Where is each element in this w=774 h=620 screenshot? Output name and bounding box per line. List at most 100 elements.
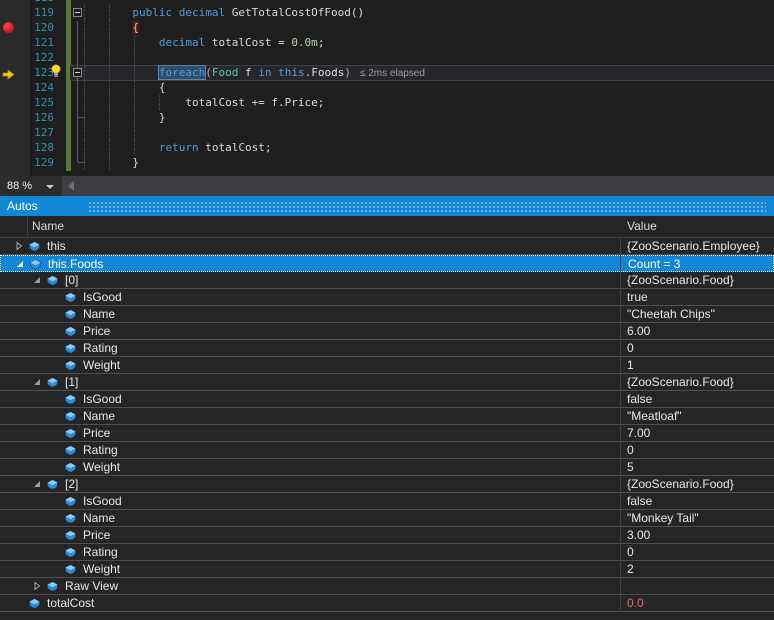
code-line[interactable]: 124 { [0,80,774,95]
horizontal-scrollbar[interactable] [62,176,774,196]
code-token [86,141,159,154]
autos-panel-titlebar[interactable]: Autos [0,196,774,216]
variable-value[interactable]: true [627,289,648,306]
variable-value[interactable]: "Cheetah Chips" [627,306,715,323]
variable-row[interactable]: Name"Meatloaf" [0,408,774,425]
variable-row[interactable]: Name"Monkey Tail" [0,510,774,527]
fold-collapse-toggle[interactable] [73,8,82,17]
code-text[interactable]: return totalCost; [86,140,271,155]
line-number: 127 [18,125,54,140]
variable-row[interactable]: Weight 5 [0,459,774,476]
variable-row[interactable]: Weight2 [0,561,774,578]
code-text[interactable]: totalCost += f.Price; [86,95,324,110]
variable-value[interactable]: {ZooScenario.Employee} [627,238,760,255]
variable-value[interactable]: 3.00 [627,527,650,544]
variable-row[interactable]: IsGoodfalse [0,391,774,408]
code-text[interactable]: } [86,110,165,125]
code-text[interactable]: public decimal GetTotalCostOfFood() [86,5,364,20]
variable-row[interactable]: [2]{ZooScenario.Food} [0,476,774,493]
fold-end-tick [78,117,85,118]
code-line[interactable]: 127 [0,125,774,140]
code-line[interactable]: 125 totalCost += f.Price; [0,95,774,110]
variable-value[interactable]: 6.00 [627,323,650,340]
column-divider[interactable] [620,238,621,612]
variable-value[interactable]: Count = 3 [628,256,680,273]
variable-row[interactable]: this{ZooScenario.Employee} [0,238,774,255]
variable-name: Name [83,306,115,323]
fold-collapse-toggle[interactable] [73,68,82,77]
variable-row[interactable]: this.FoodsCount = 3 [0,255,774,272]
code-text[interactable]: foreach(Food f in this.Foods)≤ 2ms elaps… [86,65,425,80]
variable-row[interactable]: Name "Cheetah Chips" [0,306,774,323]
variable-value[interactable]: 0 [627,544,634,561]
indent-guide [84,35,85,50]
variable-row[interactable]: Price 3.00 [0,527,774,544]
variable-name: Price [83,527,110,544]
variable-row[interactable]: Rating 0 [0,544,774,561]
line-number: 125 [18,95,54,110]
line-number: 124 [18,80,54,95]
indent-guide [84,140,85,155]
code-line[interactable]: 128 return totalCost; [0,140,774,155]
scroll-left-arrow-icon[interactable] [68,181,74,191]
code-line[interactable]: 119 public decimal GetTotalCostOfFood() [0,5,774,20]
code-editor[interactable]: 118119 public decimal GetTotalCostOfFood… [0,0,774,176]
current-statement-arrow-icon[interactable] [2,67,15,85]
code-line[interactable]: 129 } [0,155,774,170]
code-text[interactable]: } [86,155,139,170]
variable-row[interactable]: IsGoodfalse [0,493,774,510]
variable-row[interactable]: Price6.00 [0,323,774,340]
code-text[interactable]: decimal totalCost = 0.0m; [86,35,324,50]
column-header-name[interactable]: Name [32,216,64,237]
variable-value[interactable]: 1 [627,357,634,374]
code-text[interactable]: { [86,80,165,95]
code-line[interactable]: 126 } [0,110,774,125]
code-token: f [238,66,258,79]
variable-row[interactable]: [0]{ZooScenario.Food} [0,272,774,289]
variable-value[interactable]: 0 [627,340,634,357]
autos-column-header: Name Value [0,216,774,238]
variable-value[interactable]: {ZooScenario.Food} [627,374,734,391]
indent-guide [109,50,110,65]
fold-end-tick [78,162,85,163]
variable-row[interactable]: totalCost0.0 [0,595,774,612]
lightbulb-icon[interactable] [50,64,62,83]
variable-value[interactable]: 0 [627,442,634,459]
variable-name: Raw View [65,578,118,595]
variable-row[interactable]: Rating0 [0,442,774,459]
code-line[interactable]: 121 decimal totalCost = 0.0m; [0,35,774,50]
variable-value[interactable]: false [627,493,652,510]
column-header-value[interactable]: Value [627,216,657,237]
code-token: decimal [179,6,225,19]
visual-studio-debug-view: 118119 public decimal GetTotalCostOfFood… [0,0,774,620]
perf-tip[interactable]: ≤ 2ms elapsed [360,68,425,79]
variable-row[interactable]: IsGoodtrue [0,289,774,306]
variable-value[interactable]: {ZooScenario.Food} [627,476,734,493]
indent-guide [134,125,135,140]
variable-row[interactable]: Raw View [0,578,774,595]
variable-row[interactable]: Rating0 [0,340,774,357]
variable-row[interactable]: Price7.00 [0,425,774,442]
variable-value[interactable]: "Monkey Tail" [627,510,699,527]
variable-value[interactable]: 5 [627,459,634,476]
code-line[interactable]: 123 foreach(Food f in this.Foods)≤ 2ms e… [0,65,774,80]
variable-name: Rating [83,544,118,561]
variable-row[interactable]: [1]{ZooScenario.Food} [0,374,774,391]
indent-guide [109,125,110,140]
code-line[interactable]: 120 { [0,20,774,35]
code-text[interactable]: { [86,20,139,35]
variable-value[interactable]: {ZooScenario.Food} [627,272,734,289]
variable-name: Weight [83,459,120,476]
variable-name: Weight [83,357,120,374]
code-line[interactable]: 122 [0,50,774,65]
indent-guide [84,20,85,35]
variable-value[interactable]: false [627,391,652,408]
variable-value[interactable]: "Meatloaf" [627,408,682,425]
variable-value[interactable]: 2 [627,561,634,578]
variable-row[interactable]: Weight 1 [0,357,774,374]
zoom-level-dropdown[interactable]: 88 % [0,176,61,196]
breakpoint-icon[interactable] [3,22,14,33]
variable-value[interactable]: 0.0 [627,595,644,612]
variable-value[interactable]: 7.00 [627,425,650,442]
code-token [86,21,132,34]
